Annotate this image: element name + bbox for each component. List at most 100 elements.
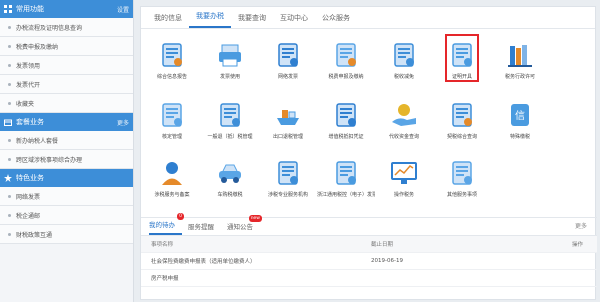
sidebar-item[interactable]: 发票代开	[0, 75, 133, 94]
service-tile-label: 涉税服务与备案	[154, 192, 190, 198]
bullet-icon	[8, 82, 11, 86]
service-tile[interactable]: 操作税务	[375, 158, 433, 198]
column-header: 截止日期	[371, 242, 394, 248]
service-tile[interactable]: 车购税缴税	[201, 158, 259, 198]
service-tile[interactable]: 信特殊缴税	[491, 100, 549, 140]
section-title: 特色业务	[16, 174, 44, 182]
sidebar-item-label: 财税政策互通	[16, 231, 53, 239]
settings-link[interactable]: 设置	[117, 5, 129, 14]
service-tile[interactable]: 涉税服务与备案	[143, 158, 201, 198]
sidebar-item[interactable]: 网络发票	[0, 187, 133, 206]
more-link[interactable]: 更多	[117, 118, 129, 127]
section-header-packages[interactable]: 套餐业务 更多	[0, 113, 133, 131]
invoice-network-icon	[259, 40, 317, 70]
service-tile[interactable]: 税费申报及缴纳	[317, 40, 375, 80]
table-row[interactable]: 房产税申报	[141, 270, 597, 287]
service-tile-label: 核定管理	[161, 134, 182, 140]
svg-text:信: 信	[515, 110, 525, 122]
service-tile[interactable]: 网络发票	[259, 40, 317, 80]
printer-icon	[201, 40, 259, 70]
package-icon	[4, 118, 12, 126]
tab-tax-handling[interactable]: 我要办税	[189, 11, 231, 28]
tab-query[interactable]: 我要查询	[231, 13, 273, 28]
service-tile[interactable]: 税务行政许可	[491, 40, 549, 80]
service-tile-label: 代收资金查询	[388, 134, 419, 140]
bullet-icon	[8, 213, 11, 217]
sidebar-item-label: 发票代开	[16, 81, 41, 89]
money-hand-icon	[375, 100, 433, 130]
sidebar-item[interactable]: 发票领用	[0, 56, 133, 75]
bottom-panel: 我的待办 0 服务提醒 通知公告 new 更多 事项名称 截止日期 操作 社会保险费…	[141, 213, 597, 301]
service-tile[interactable]: 税收减免	[375, 40, 433, 80]
tab-public-service[interactable]: 公众服务	[315, 13, 357, 28]
more-link[interactable]: 更多	[575, 221, 597, 235]
new-badge: new	[248, 215, 262, 222]
service-tile[interactable]: 契税综合查询	[433, 100, 491, 140]
table-header: 事项名称 截止日期 操作	[141, 236, 597, 253]
tab-announcements[interactable]: 通知公告 new	[227, 215, 262, 235]
section-title: 常用功能	[16, 5, 44, 13]
cell-name: 社会保险费缴费申报表（适用单位缴费人）	[151, 259, 256, 265]
service-tile-label: 操作税务	[393, 192, 414, 198]
service-tile[interactable]: 涉税专业服务机构	[259, 158, 317, 198]
sidebar-item[interactable]: 财税政策互通	[0, 225, 133, 244]
main-panel: 我的信息 我要办税 我要查询 互动中心 公众服务 综合信息报告 发票使用 网络发票 税…	[140, 6, 597, 301]
service-tile-label: 契税综合查询	[446, 134, 477, 140]
service-tile[interactable]: 发票使用	[201, 40, 259, 80]
service-tile-label: 税收减免	[393, 74, 414, 80]
approval-icon	[143, 100, 201, 130]
refund-icon	[201, 100, 259, 130]
sidebar-item[interactable]: 收藏夹	[0, 94, 133, 113]
service-tile[interactable]: 代收资金查询	[375, 100, 433, 140]
section-header-common[interactable]: 常用功能 设置	[0, 0, 133, 18]
person-service-icon	[143, 158, 201, 188]
monitor-chart-icon	[375, 158, 433, 188]
bullet-icon	[8, 25, 11, 29]
sidebar-item[interactable]: 新办纳税人套餐	[0, 131, 133, 150]
cabinet-icon	[317, 100, 375, 130]
section-title: 套餐业务	[16, 118, 44, 126]
count-badge: 0	[177, 213, 184, 220]
service-tile-label: 税务行政许可	[504, 74, 535, 80]
sidebar-item-label: 收藏夹	[16, 100, 35, 108]
service-tile[interactable]: 出口退税管理	[259, 100, 317, 140]
tab-bar: 我的信息 我要办税 我要查询 互动中心 公众服务	[141, 7, 595, 29]
sidebar-item[interactable]: 税企通邮	[0, 206, 133, 225]
bottom-tab-bar: 我的待办 0 服务提醒 通知公告 new 更多	[141, 213, 597, 236]
sidebar: 常用功能 设置 办税流程及证明信息查询 税费申报及缴纳 发票领用 发票代开 收藏…	[0, 0, 134, 302]
table-row[interactable]: 社会保险费缴费申报表（适用单位缴费人） 2019-06-19	[141, 253, 597, 270]
service-tile-label: 出口退税管理	[272, 134, 303, 140]
highlight-box	[445, 34, 479, 82]
tab-my-info[interactable]: 我的信息	[147, 13, 189, 28]
service-tile[interactable]: 浙江通用税控（电子）发票管理	[317, 158, 375, 198]
sidebar-item-label: 新办纳税人套餐	[16, 137, 59, 145]
column-header: 操作	[571, 242, 583, 248]
sidebar-item[interactable]: 办税流程及证明信息查询	[0, 18, 133, 37]
column-header: 事项名称	[151, 242, 174, 248]
service-tile-label: 综合信息报告	[156, 74, 187, 80]
service-tile[interactable]: 综合信息报告	[143, 40, 201, 80]
car-icon	[201, 158, 259, 188]
service-tile-label: 特殊缴税	[509, 134, 530, 140]
sidebar-item[interactable]: 税费申报及缴纳	[0, 37, 133, 56]
service-tile-label: 浙江通用税控（电子）发票管理	[317, 192, 375, 198]
other-services-icon	[433, 158, 491, 188]
tab-my-todo[interactable]: 我的待办 0	[149, 213, 184, 235]
sidebar-item-label: 发票领用	[16, 62, 41, 70]
service-tile[interactable]: 一般退（抵）税管理	[201, 100, 259, 140]
service-grid: 综合信息报告 发票使用 网络发票 税费申报及缴纳 税收减免 证明开具 税务行政许可 核定管理一…	[141, 30, 597, 216]
sidebar-item[interactable]: 跨区域涉税事项综合办理	[0, 150, 133, 169]
service-tile-label: 一般退（抵）税管理	[207, 134, 253, 140]
tax-control-icon	[317, 158, 375, 188]
sidebar-item-label: 办税流程及证明信息查询	[16, 24, 83, 32]
section-header-special[interactable]: 特色业务	[0, 169, 133, 187]
tab-label: 服务提醒	[188, 223, 214, 231]
tab-interaction[interactable]: 互动中心	[273, 13, 315, 28]
service-tile-label: 涉税专业服务机构	[267, 192, 308, 198]
tab-service-reminder[interactable]: 服务提醒	[188, 221, 221, 235]
tab-label: 我的待办	[149, 221, 175, 229]
tab-label: 通知公告	[227, 223, 253, 231]
service-tile[interactable]: 核定管理	[143, 100, 201, 140]
service-tile[interactable]: 增值税抵扣凭证	[317, 100, 375, 140]
service-tile[interactable]: 其他服务事项	[433, 158, 491, 198]
